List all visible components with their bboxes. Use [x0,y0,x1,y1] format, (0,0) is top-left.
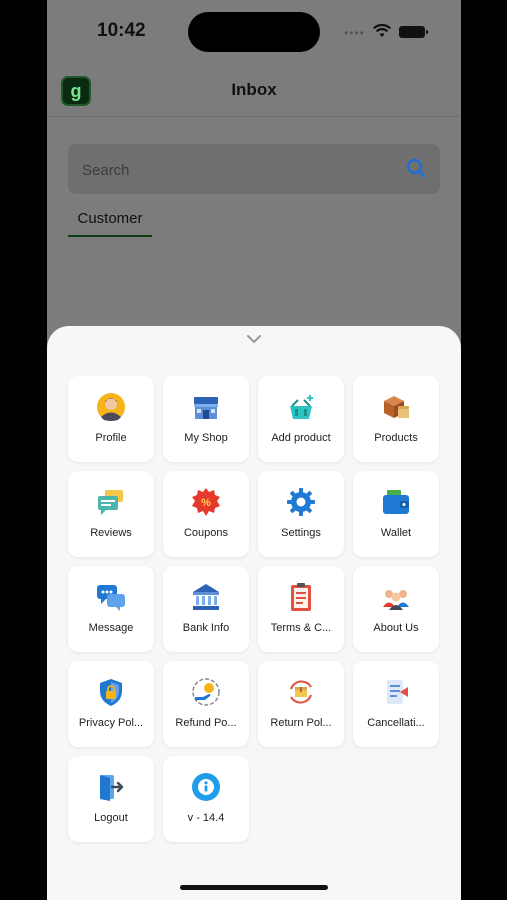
bank-icon [193,584,219,610]
menu-item-label: Bank Info [182,622,230,634]
menu-item-label: Add product [271,432,331,444]
cancellation-icon [387,680,408,704]
return-icon [290,680,312,704]
menu-item-return-policy[interactable]: Return Pol... [258,661,344,747]
menu-item-reviews[interactable]: Reviews [68,471,154,557]
settings-icon [287,488,315,516]
menu-item-label: Products [374,432,418,444]
menu-item-label: Profile [95,432,127,444]
menu-item-label: Message [88,622,134,634]
tab-indicator [68,235,152,237]
refund-icon [192,678,220,706]
menu-item-label: Logout [94,812,128,824]
terms-icon [291,583,311,611]
privacy-icon [100,679,122,706]
reviews-icon [98,490,123,515]
menu-item-refund-policy[interactable]: Refund Po... [163,661,249,747]
menu-sheet: Profile My Shop Add product Products Rev… [47,326,461,900]
menu-item-wallet[interactable]: Wallet [353,471,439,557]
add-product-icon [290,395,313,419]
menu-item-privacy-policy[interactable]: Privacy Pol... [68,661,154,747]
menu-item-label: Refund Po... [175,717,237,729]
search-icon[interactable] [406,158,426,178]
menu-item-label: Wallet [380,527,412,539]
menu-item-label: Reviews [90,527,132,539]
menu-item-settings[interactable]: Settings [258,471,344,557]
menu-item-logout[interactable]: Logout [68,756,154,842]
menu-item-label: Cancellati... [367,717,425,729]
logout-icon [100,775,124,801]
chevron-down-icon[interactable] [246,334,262,344]
status-time: 10:42 [97,20,146,41]
menu-item-message[interactable]: Message [68,566,154,652]
menu-item-label: About Us [373,622,419,634]
coupons-icon: % [192,488,220,516]
products-icon [384,396,409,418]
about-us-icon [383,590,409,610]
menu-item-terms[interactable]: Terms & C... [258,566,344,652]
dynamic-island [188,12,320,52]
menu-item-label: v - 14.4 [187,812,225,824]
status-bar: 10:42 •••• [47,0,461,64]
menu-item-about-us[interactable]: About Us [353,566,439,652]
menu-item-products[interactable]: Products [353,376,439,462]
menu-item-label: Privacy Pol... [78,717,144,729]
menu-item-bank-info[interactable]: Bank Info [163,566,249,652]
menu-item-cancellation[interactable]: Cancellati... [353,661,439,747]
menu-item-add-product[interactable]: Add product [258,376,344,462]
menu-item-label: Terms & C... [270,622,332,634]
home-indicator[interactable] [180,885,328,890]
menu-item-label: Coupons [183,527,229,539]
menu-item-profile[interactable]: Profile [68,376,154,462]
tab-customer[interactable]: Customer [68,210,152,227]
wifi-icon [373,24,391,37]
signal-icon: •••• [344,26,365,40]
menu-item-coupons[interactable]: % Coupons [163,471,249,557]
search-input[interactable] [80,158,384,182]
page-title: Inbox [231,80,277,99]
message-icon [97,585,125,611]
menu-item-label: Return Pol... [270,717,332,729]
wallet-icon [383,490,409,514]
menu-item-my-shop[interactable]: My Shop [163,376,249,462]
profile-icon [97,393,125,421]
search-bar [68,144,440,194]
menu-item-version[interactable]: v - 14.4 [163,756,249,842]
app-header: g Inbox [47,64,461,117]
phone-screen: 10:42 •••• g Inbox Customer Profile [47,0,461,900]
svg-text:%: % [201,497,211,509]
info-icon [192,773,220,801]
menu-item-label: My Shop [184,432,228,444]
battery-icon [399,26,428,38]
menu-item-label: Settings [281,527,321,539]
shop-icon [194,397,218,419]
